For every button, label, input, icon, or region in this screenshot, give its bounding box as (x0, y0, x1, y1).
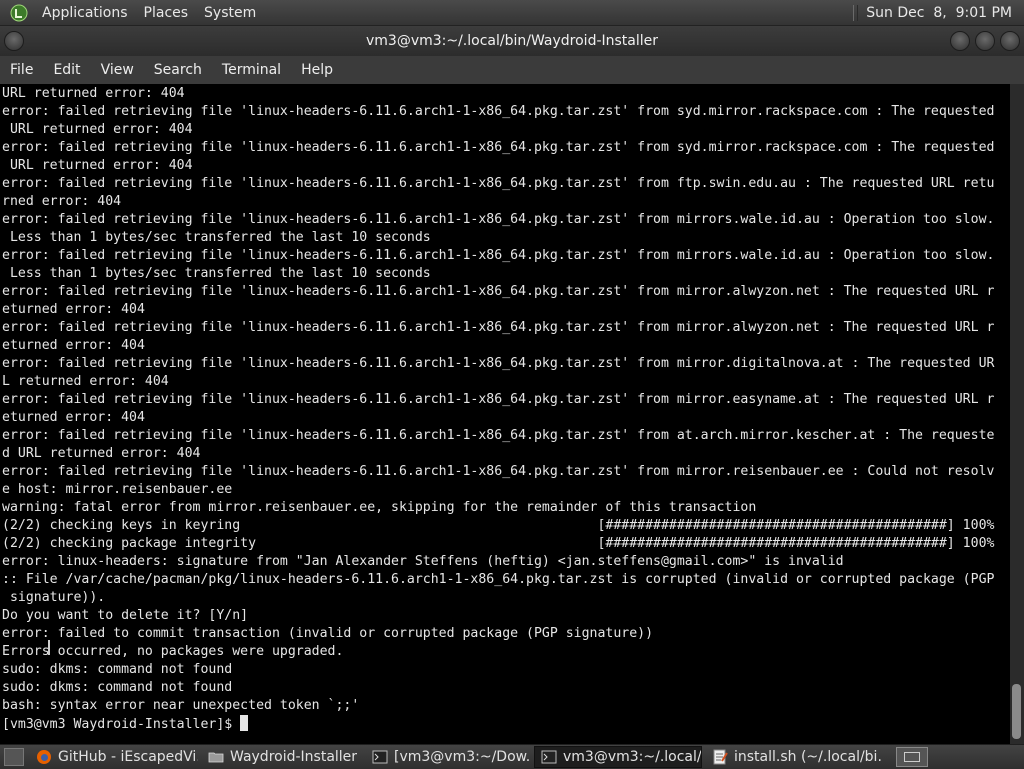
terminal-line: L returned error: 404 (2, 374, 169, 389)
terminal-text: URL returned error: 404 error: failed ret… (2, 85, 1008, 733)
terminal-line: Less than 1 bytes/sec transferred the la… (2, 230, 431, 245)
terminal-line: warning: fatal error from mirror.reisenb… (2, 500, 757, 515)
terminal-line: error: failed retrieving file 'linux-hea… (2, 320, 995, 335)
close-button[interactable] (1000, 31, 1020, 51)
terminal-line: bash: syntax error near unexpected token… (2, 698, 360, 713)
terminal-line: URL returned error: 404 (2, 86, 185, 101)
terminal-icon (541, 749, 557, 765)
firefox-icon (36, 749, 52, 765)
shell-prompt: [vm3@vm3 Waydroid-Installer]$ (2, 717, 241, 732)
terminal-line: error: failed retrieving file 'linux-hea… (2, 428, 995, 443)
terminal-line: error: failed retrieving file 'linux-hea… (2, 392, 995, 407)
terminal-line: error: failed retrieving file 'linux-hea… (2, 140, 995, 155)
window-titlebar[interactable]: vm3@vm3:~/.local/bin/Waydroid-Installer (0, 26, 1024, 56)
terminal-line: error: failed retrieving file 'linux-hea… (2, 464, 995, 479)
menu-file[interactable]: File (0, 62, 43, 78)
bottom-taskbar: GitHub - iEscapedVi... Waydroid-Installe… (0, 744, 1024, 769)
terminal-line: Do you want to delete it? [Y/n] (2, 608, 249, 623)
menu-applications[interactable]: Applications (34, 5, 136, 21)
menu-edit[interactable]: Edit (43, 62, 90, 78)
window-title: vm3@vm3:~/.local/bin/Waydroid-Installer (365, 33, 659, 49)
terminal-scrollbar[interactable] (1010, 84, 1024, 744)
terminal-prompt-line[interactable]: [vm3@vm3 Waydroid-Installer]$ (2, 715, 1008, 733)
terminal-line: Errors occurred, no packages were upgrad… (2, 644, 344, 659)
terminal-line: error: failed to commit transaction (inv… (2, 626, 654, 641)
terminal-line: error: failed retrieving file 'linux-hea… (2, 104, 995, 119)
task-label: [vm3@vm3:~/Dow... (394, 749, 530, 765)
menu-help[interactable]: Help (291, 62, 343, 78)
maximize-button[interactable] (975, 31, 995, 51)
menu-terminal[interactable]: Terminal (212, 62, 291, 78)
terminal-line: eturned error: 404 (2, 410, 145, 425)
text-editor-icon (712, 749, 728, 765)
terminal-line: URL returned error: 404 (2, 158, 193, 173)
task-label: GitHub - iEscapedVi... (58, 749, 198, 765)
terminal-menubar: File Edit View Search Terminal Help (0, 56, 1024, 84)
task-terminal-active[interactable]: vm3@vm3:~/.local/... (534, 746, 702, 768)
task-file-manager[interactable]: Waydroid-Installer (202, 746, 362, 768)
window-menu-button[interactable] (4, 31, 24, 51)
terminal-cursor (240, 715, 249, 731)
terminal-line: (2/2) checking keys in keyring [########… (2, 518, 995, 533)
clock-area[interactable]: Sun Dec 8, 9:01 PM (853, 4, 1012, 21)
terminal-line: d URL returned error: 404 (2, 446, 201, 461)
folder-icon (208, 749, 224, 765)
workspace-switcher[interactable] (896, 747, 928, 767)
distro-logo-icon[interactable] (10, 4, 28, 22)
task-terminal-downloads[interactable]: [vm3@vm3:~/Dow... (366, 746, 530, 768)
terminal-line: rned error: 404 (2, 194, 122, 209)
terminal-line: eturned error: 404 (2, 302, 145, 317)
terminal-line: :: File /var/cache/pacman/pkg/linux-head… (2, 572, 995, 587)
panel-separator (853, 4, 859, 21)
terminal-line: error: failed retrieving file 'linux-hea… (2, 176, 995, 191)
terminal-line: error: linux-headers: signature from "Ja… (2, 554, 844, 569)
terminal-line: error: failed retrieving file 'linux-hea… (2, 356, 995, 371)
terminal-icon (372, 749, 388, 765)
menu-places[interactable]: Places (136, 5, 197, 21)
top-panel: Applications Places System Sun Dec 8, 9:… (0, 0, 1024, 26)
minimize-button[interactable] (950, 31, 970, 51)
task-label: install.sh (~/.local/bi... (734, 749, 882, 765)
workspace-thumbnail (904, 752, 920, 762)
terminal-line: error: failed retrieving file 'linux-hea… (2, 284, 995, 299)
task-label: vm3@vm3:~/.local/... (563, 749, 702, 765)
task-firefox[interactable]: GitHub - iEscapedVi... (30, 746, 198, 768)
terminal-line: signature)). (2, 590, 106, 605)
terminal-line: eturned error: 404 (2, 338, 145, 353)
menu-system[interactable]: System (196, 5, 264, 21)
task-text-editor[interactable]: install.sh (~/.local/bi... (706, 746, 882, 768)
terminal-line: (2/2) checking package integrity [######… (2, 536, 995, 551)
menu-search[interactable]: Search (144, 62, 212, 78)
text-cursor-ibeam-icon (48, 640, 50, 655)
terminal-line: sudo: dkms: command not found (2, 662, 233, 677)
terminal-line: error: failed retrieving file 'linux-hea… (2, 212, 995, 227)
terminal-line: e host: mirror.reisenbauer.ee (2, 482, 233, 497)
terminal-line: Less than 1 bytes/sec transferred the la… (2, 266, 431, 281)
terminal-output[interactable]: URL returned error: 404 error: failed ret… (0, 84, 1010, 744)
task-label: Waydroid-Installer (230, 749, 358, 765)
show-desktop-button[interactable] (4, 748, 24, 766)
terminal-line: error: failed retrieving file 'linux-hea… (2, 248, 995, 263)
scrollbar-thumb[interactable] (1012, 684, 1021, 739)
menu-view[interactable]: View (91, 62, 144, 78)
terminal-line: sudo: dkms: command not found (2, 680, 233, 695)
terminal-line: URL returned error: 404 (2, 122, 193, 137)
clock[interactable]: Sun Dec 8, 9:01 PM (866, 5, 1012, 21)
